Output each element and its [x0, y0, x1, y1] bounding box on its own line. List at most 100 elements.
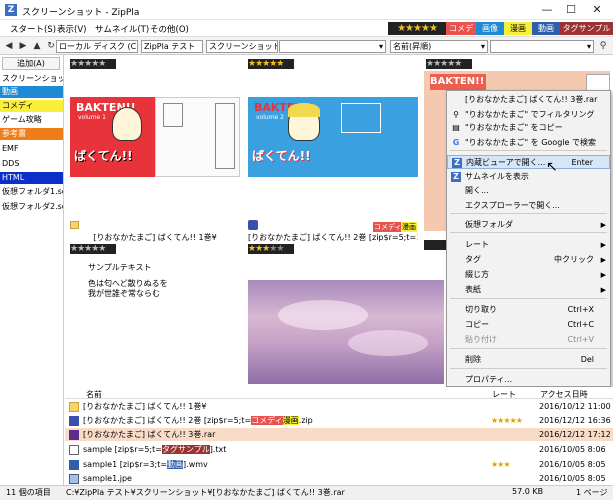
search-icon[interactable]: ⚲	[596, 40, 610, 53]
context-menu-item[interactable]: プロパティ...	[447, 373, 610, 387]
row-name-suffix: ].txt	[209, 445, 227, 454]
context-menu-item[interactable]: 開く...	[447, 184, 610, 198]
context-menu-item[interactable]: 切り取り Ctrl+X	[447, 303, 610, 317]
address-input[interactable]: ▾	[279, 40, 386, 53]
tag-image[interactable]: 画像	[476, 22, 504, 35]
breadcrumb-local-disk[interactable]: ローカル ディスク (C:)	[56, 40, 138, 53]
search-input[interactable]: ▾	[490, 40, 594, 53]
zippla-icon: Z	[451, 172, 461, 182]
row-name: sample1.jpe	[83, 472, 132, 485]
context-menu-item[interactable]: 削除 Del	[447, 353, 610, 367]
shortcut-hint: Ctrl+C	[567, 320, 594, 329]
table-row[interactable]: [りおなかたまご] ばくてん!! 3巻.rar 2016/12/12 17:12	[65, 428, 613, 441]
sidebar-item-comedy[interactable]: コメディ	[0, 100, 63, 112]
menu-view[interactable]: 表示(V)	[57, 23, 86, 35]
rating-stars[interactable]: ★★★★★	[248, 244, 294, 254]
table-row[interactable]: sample [zip$r=5;t=タグサンプル].txt 2016/10/05 …	[65, 443, 613, 456]
rating-stars[interactable]: ★★★★★	[70, 244, 116, 254]
row-name: [りおなかたまご] ばくてん!! 1巻¥	[83, 400, 206, 413]
up-icon[interactable]: ▲	[30, 40, 44, 53]
star-icon[interactable]: ★	[276, 244, 284, 254]
menu-start[interactable]: スタート(S)	[10, 23, 56, 35]
context-menu-item[interactable]: [りおなかたまご] ばくてん!! 3巻.rar	[447, 93, 610, 107]
table-row[interactable]: sample1.jpe 2016/10/05 8:05	[65, 472, 613, 485]
context-menu-item[interactable]: レート ▶	[447, 238, 610, 252]
context-menu-item[interactable]: 綴じ方 ▶	[447, 268, 610, 282]
context-menu-item[interactable]: エクスプローラーで開く...	[447, 199, 610, 213]
context-menu-item[interactable]: 表紙 ▶	[447, 283, 610, 297]
rating-stars[interactable]: ★★★★★	[70, 59, 116, 69]
table-row[interactable]: [りおなかたまご] ばくてん!! 1巻¥ 2016/10/12 11:00	[65, 400, 613, 413]
context-menu-label: "りおなかたまご" をコピー	[465, 123, 563, 132]
maximize-button[interactable]: ☐	[562, 3, 580, 17]
row-name: [りおなかたまご] ばくてん!! 2巻 [zip$r=5;t=コメディ漫画.zi…	[83, 414, 313, 427]
page-panel	[341, 103, 381, 133]
breadcrumb-screenshot[interactable]: スクリーンショット	[206, 40, 278, 53]
back-icon[interactable]: ◀	[2, 40, 16, 53]
column-header-name[interactable]: 名前	[86, 389, 102, 400]
folder-icon	[69, 402, 79, 412]
text-preview-title: サンプルテキスト	[88, 263, 152, 272]
menu-thumbnail[interactable]: サムネイル(T)	[95, 23, 149, 35]
add-button[interactable]: 追加(A)	[2, 57, 60, 70]
table-row[interactable]: sample1 [zip$r=3;t=動画].wmv ★★★ 2016/10/05 …	[65, 458, 613, 471]
sidebar-item-emf[interactable]: EMF	[0, 143, 63, 155]
row-name-suffix: .zip	[298, 416, 313, 425]
column-header-access[interactable]: アクセス日時	[540, 389, 588, 400]
sidebar-item-reference[interactable]: 参考書	[0, 128, 63, 140]
status-count: 11 個の項目	[6, 488, 51, 497]
close-button[interactable]: ✕	[588, 3, 606, 17]
row-access-date: 2016/12/12 16:36	[539, 416, 611, 425]
sidebar-item-dds[interactable]: DDS	[0, 158, 63, 170]
sidebar-item-html[interactable]: HTML	[0, 172, 63, 184]
row-name: sample [zip$r=5;t=タグサンプル].txt	[83, 443, 226, 456]
video-icon	[69, 460, 79, 470]
forward-icon[interactable]: ▶	[16, 40, 30, 53]
context-menu-item[interactable]: ▤ "りおなかたまご" をコピー	[447, 121, 610, 135]
context-menu-item[interactable]: G "りおなかたまご" を Google で検索	[447, 136, 610, 150]
cover-volume: volume 1	[78, 114, 106, 121]
image-thumbnail-sky[interactable]	[248, 280, 444, 384]
character-hair	[288, 103, 320, 117]
table-row[interactable]: [りおなかたまご] ばくてん!! 2巻 [zip$r=5;t=コメディ漫画.zi…	[65, 414, 613, 427]
tag-manga[interactable]: 漫画	[504, 22, 532, 35]
context-menu-item[interactable]: ⚲ "りおなかたまご" でフィルタリング	[447, 108, 610, 122]
context-menu-item[interactable]: Z サムネイルを表示	[447, 170, 610, 184]
context-menu-item[interactable]: 仮想フォルダ ▶	[447, 218, 610, 232]
rating-filter-stars[interactable]: ★★★★★	[388, 22, 446, 35]
thumbnail-item[interactable]: BAKTEN!! volume 2 ばくてん!!	[248, 97, 418, 177]
row-name: sample1 [zip$r=3;t=動画].wmv	[83, 458, 208, 471]
menu-other[interactable]: その他(O)	[150, 23, 189, 35]
rating-stars[interactable]: ★★★★★	[248, 59, 294, 69]
sidebar-item-game[interactable]: ゲーム攻略	[0, 114, 63, 126]
column-header-rate[interactable]: レート	[492, 389, 516, 400]
zippla-app-icon: Z	[5, 4, 17, 16]
row-rating-stars[interactable]: ★★★★★	[491, 414, 523, 427]
rating-stars[interactable]: ★★★★★	[426, 59, 472, 69]
tag-badge: コメディ	[373, 222, 403, 232]
status-size: 57.0 KB	[512, 487, 544, 496]
minimize-button[interactable]: —	[538, 3, 556, 17]
tag-badge: 漫画	[282, 416, 299, 425]
sort-select[interactable]: 名前(昇順) ▾	[390, 40, 488, 53]
tag-video[interactable]: 動画	[532, 22, 560, 35]
sidebar-item-video[interactable]: 動画	[0, 86, 63, 98]
thumbnail-item[interactable]: BAKTEN!! volume 1 ばくてん!!	[70, 97, 240, 177]
context-menu-item[interactable]: コピー Ctrl+C	[447, 318, 610, 332]
tag-comedy[interactable]: コメディ	[446, 22, 476, 46]
context-menu-label: サムネイルを表示	[465, 172, 529, 181]
cover-title-jp: ばくてん!!	[74, 149, 133, 163]
context-menu-label: 貼り付け	[465, 335, 497, 344]
row-rating-stars[interactable]: ★★★	[491, 458, 510, 471]
tag-badge: 動画	[167, 460, 184, 469]
sidebar-item-virtual2[interactable]: 仮想フォルダ2.sor	[0, 201, 63, 213]
tag-sample[interactable]: タグサンプル	[560, 22, 613, 35]
context-menu-item[interactable]: 貼り付け Ctrl+V	[447, 333, 610, 347]
context-menu-item[interactable]: タグ 中クリック ▶	[447, 253, 610, 267]
rating-stars-partial[interactable]	[424, 240, 446, 250]
sidebar-item-screenshot[interactable]: スクリーンショット	[0, 73, 63, 85]
sidebar-item-virtual1[interactable]: 仮想フォルダ1.sor	[0, 186, 63, 198]
cloud	[348, 330, 428, 356]
menu-item-open-viewer-highlighted[interactable]: Z 内蔵ビューアで開く... Enter	[447, 155, 610, 169]
breadcrumb-zippla-test[interactable]: ZipPla テスト	[141, 40, 203, 53]
